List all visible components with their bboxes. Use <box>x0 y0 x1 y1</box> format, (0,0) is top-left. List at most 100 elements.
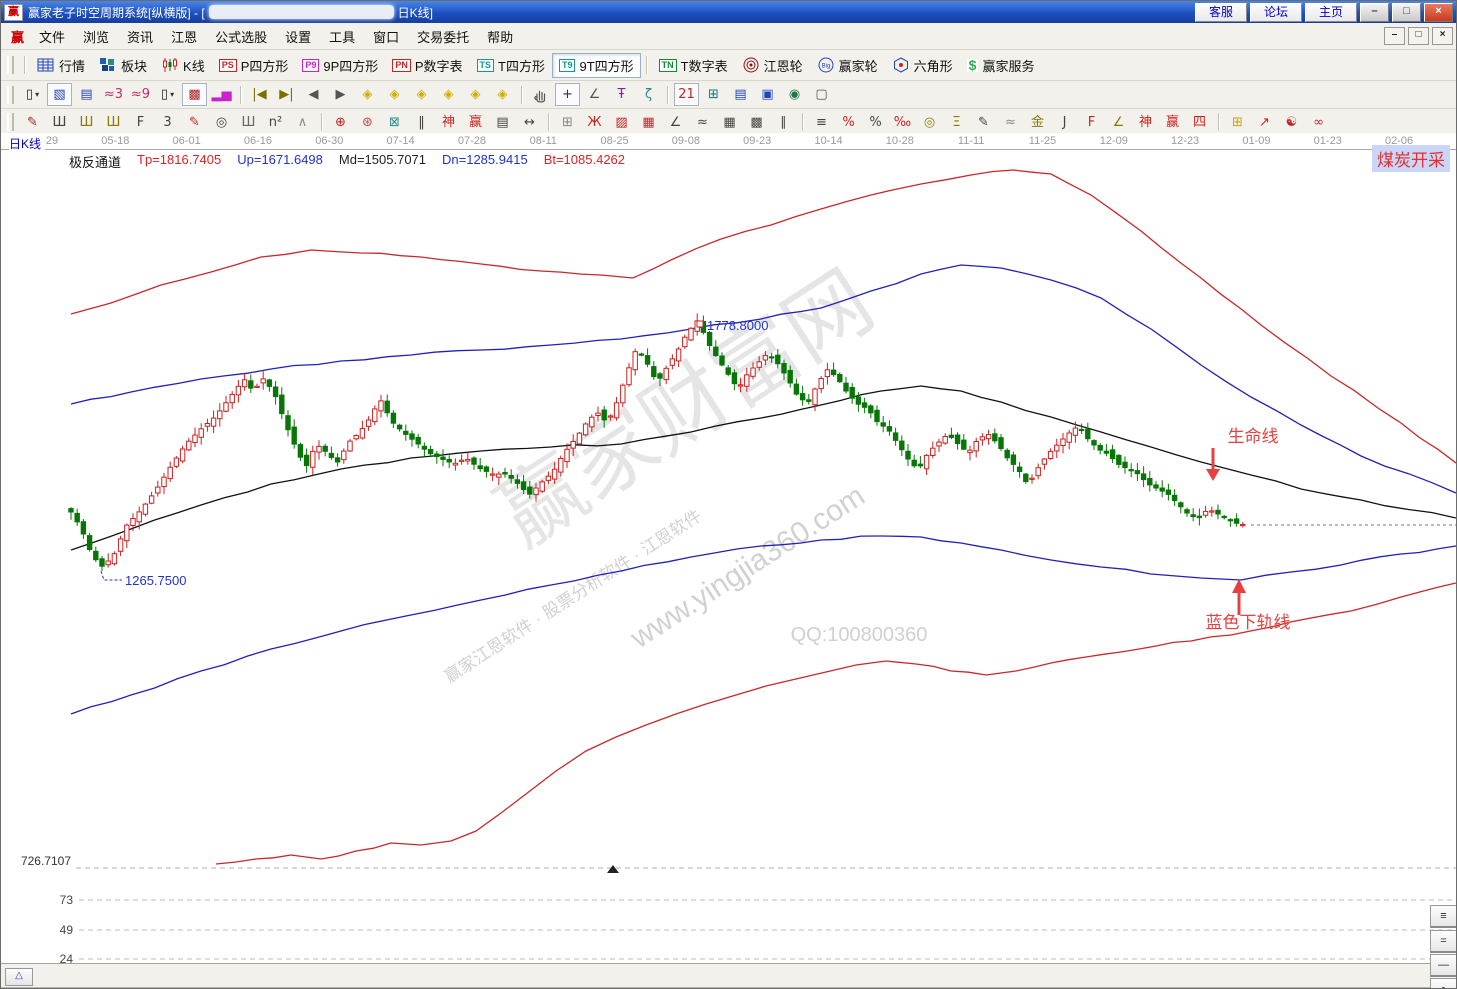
fib-ruler-button[interactable]: F <box>128 111 153 134</box>
zoom-in-x-diamond-button[interactable]: ◈ <box>382 83 407 106</box>
ray-fan-button[interactable]: Ж <box>582 111 607 134</box>
reset-scale-diamond-button[interactable]: ◈ <box>490 83 515 106</box>
gann-crosshair-button[interactable]: ⊕ <box>328 111 353 134</box>
span-arrows-button[interactable]: ↔ <box>517 111 542 134</box>
three-ruler-button[interactable]: 3 <box>155 111 180 134</box>
menu-item-工具[interactable]: 工具 <box>320 24 364 49</box>
menu-item-江恩[interactable]: 江恩 <box>162 24 206 49</box>
calculator-button[interactable]: ⊞ <box>701 83 726 106</box>
gold-lines-button[interactable]: Ξ <box>944 111 969 134</box>
shen-ruler-button[interactable]: 神 <box>436 111 461 134</box>
restore-three-panels-button[interactable]: ≡ <box>1430 905 1457 928</box>
compress-x-diamond-button[interactable]: ◈ <box>436 83 461 106</box>
scroll-left-button[interactable]: △ <box>5 968 33 986</box>
numbered-ruler-button[interactable]: ▤ <box>490 111 515 134</box>
percent-lines-button[interactable]: ‰ <box>890 111 915 134</box>
n-square-ruler-button[interactable]: n² <box>263 111 288 134</box>
gann-box-web-button[interactable]: ⊠ <box>382 111 407 134</box>
fan-box-button[interactable]: ▨ <box>609 111 634 134</box>
menu-item-设置[interactable]: 设置 <box>276 24 320 49</box>
next-bar-button[interactable]: ▶ <box>328 83 353 106</box>
red-marker-ruler-button[interactable]: ✎ <box>182 111 207 134</box>
price-ruler-button[interactable]: Ш <box>47 111 72 134</box>
forum-button[interactable]: 论坛 <box>1250 3 1302 22</box>
zoom-out-x-diamond-button[interactable]: ◈ <box>355 83 380 106</box>
angle-mirror-button[interactable]: ∧ <box>290 111 315 134</box>
close-button[interactable]: × <box>1424 3 1453 22</box>
shen-angle-button[interactable]: 神 <box>1133 111 1158 134</box>
grid-highlight-button[interactable]: ⊞ <box>1225 111 1250 134</box>
menu-item-窗口[interactable]: 窗口 <box>364 24 408 49</box>
wave-band-button[interactable]: ≈ <box>998 111 1023 134</box>
volume-bars-button[interactable]: ▂▅ <box>209 83 234 106</box>
one-panel-button[interactable]: — <box>1430 954 1457 977</box>
menu-item-浏览[interactable]: 浏览 <box>74 24 118 49</box>
trend-chart-button[interactable]: ↗ <box>1252 111 1277 134</box>
gold-circle-button[interactable]: ◎ <box>917 111 942 134</box>
percent-button[interactable]: % <box>863 111 888 134</box>
kline-button[interactable]: K线 <box>154 53 212 78</box>
gann-web-button[interactable]: ⊛ <box>355 111 380 134</box>
tick-ruler-button[interactable]: Ш <box>236 111 261 134</box>
candle-style-button[interactable]: ▯▾ <box>155 83 180 106</box>
pan-hand-button[interactable] <box>528 83 553 106</box>
workstation-button[interactable]: ▢ <box>809 83 834 106</box>
infinity-button[interactable]: ∞ <box>1306 111 1331 134</box>
gann-wheel-button[interactable]: 江恩轮 <box>735 53 810 78</box>
info-panel-button[interactable]: ▤ <box>74 83 99 106</box>
minimize-button[interactable]: – <box>1360 3 1389 22</box>
child-restore-button[interactable]: □ <box>1408 27 1429 45</box>
expand-x-diamond-button[interactable]: ◈ <box>409 83 434 106</box>
first-page-button[interactable]: |◀ <box>247 83 272 106</box>
angle-measure-button[interactable]: ∠ <box>582 83 607 106</box>
gold-ruler-button[interactable]: Ш <box>74 111 99 134</box>
expand-all-diamond-button[interactable]: ◈ <box>463 83 488 106</box>
angle-lines-button[interactable]: ∠ <box>663 111 688 134</box>
two-panels-button[interactable]: = <box>1430 930 1457 953</box>
menu-item-文件[interactable]: 文件 <box>30 24 74 49</box>
f-angle-button[interactable]: F <box>1079 111 1104 134</box>
ying-ruler-button[interactable]: 赢 <box>463 111 488 134</box>
t-square-button[interactable]: TST四方形 <box>470 53 552 78</box>
j-angle-button[interactable]: J <box>1052 111 1077 134</box>
save-button[interactable]: ▣ <box>755 83 780 106</box>
splitter-handle-button[interactable]: ▪ <box>1430 978 1457 989</box>
gann-t-tool-button[interactable]: Ŧ <box>609 83 634 106</box>
p9-square-button[interactable]: P99P四方形 <box>295 53 385 78</box>
t-number-table-button[interactable]: TNT数字表 <box>652 53 735 78</box>
kline-chart-canvas[interactable]: 赢家财富网赢家江恩软件 · 股票分析软件 · 江恩软件www.yingjia36… <box>1 133 1456 963</box>
bottom-scrollbar[interactable]: △ <box>1 963 1456 989</box>
calendar-button[interactable]: 21 <box>674 83 699 106</box>
child-close-button[interactable]: × <box>1432 27 1453 45</box>
winner-wheel-button[interactable]: Big赢家轮 <box>810 53 885 78</box>
menu-item-交易委托[interactable]: 交易委托 <box>408 24 478 49</box>
draw-pencil-button[interactable]: ✎ <box>20 111 45 134</box>
quotes-button[interactable]: 行情 <box>30 53 92 78</box>
restore-button[interactable]: □ <box>1392 3 1421 22</box>
grid-dark-button[interactable]: ▦ <box>717 111 742 134</box>
square-frame-button[interactable]: ⊞ <box>555 111 580 134</box>
wave-3-button[interactable]: ≈3 <box>101 83 126 106</box>
brush-tool-button[interactable]: ✎ <box>971 111 996 134</box>
gold-ruler-2-button[interactable]: Ш <box>101 111 126 134</box>
p-number-table-button[interactable]: PNP数字表 <box>385 53 469 78</box>
swing-marks-button[interactable]: ‖ <box>409 111 434 134</box>
kline-period-button[interactable]: ▯▾ <box>20 83 45 106</box>
gold-angle-button[interactable]: ∠ <box>1106 111 1131 134</box>
p-square-button[interactable]: PSP四方形 <box>212 53 296 78</box>
spiral-tool-button[interactable]: ζ <box>636 83 661 106</box>
grid-dark-2-button[interactable]: ▩ <box>744 111 769 134</box>
winner-service-button[interactable]: $赢家服务 <box>960 53 1042 78</box>
grid-red-button[interactable]: ▦ <box>636 111 661 134</box>
taiji-button[interactable]: ☯ <box>1279 111 1304 134</box>
four-angle-button[interactable]: 四 <box>1187 111 1212 134</box>
menu-item-帮助[interactable]: 帮助 <box>478 24 522 49</box>
export-net-button[interactable]: ◉ <box>782 83 807 106</box>
zigzag-button[interactable]: ≈ <box>690 111 715 134</box>
homepage-button[interactable]: 主页 <box>1305 3 1357 22</box>
cycle-circle-button[interactable]: ◎ <box>209 111 234 134</box>
t9-square-button[interactable]: T99T四方形 <box>552 53 641 78</box>
prev-bar-button[interactable]: ◀ <box>301 83 326 106</box>
parallel-lines-button[interactable]: ∥ <box>771 111 796 134</box>
menu-item-公式选股[interactable]: 公式选股 <box>206 24 276 49</box>
